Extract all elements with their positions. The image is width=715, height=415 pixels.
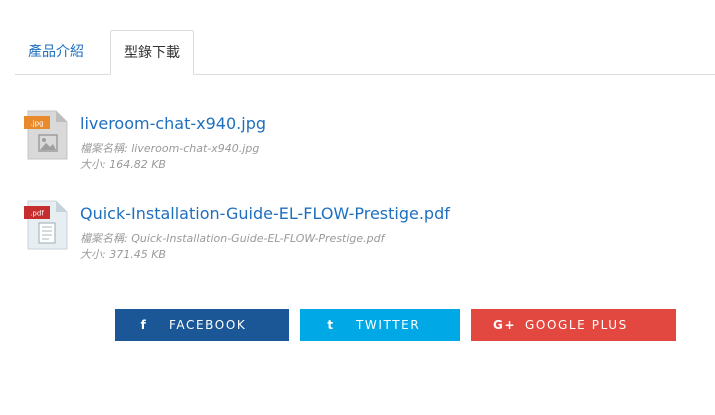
tab-product-intro[interactable]: 產品介紹	[15, 30, 97, 74]
svg-text:.jpg: .jpg	[30, 120, 43, 128]
share-facebook-label: FACEBOOK	[169, 318, 247, 332]
tab-bar: 產品介紹 型錄下載	[15, 30, 715, 75]
share-google-plus-button[interactable]: G+ GOOGLE PLUS	[471, 309, 676, 341]
file-size-meta: 大小: 164.82 KB	[80, 158, 166, 171]
google-plus-icon: G+	[493, 318, 517, 332]
file-name-meta: 檔案名稱: liveroom-chat-x940.jpg	[80, 142, 260, 155]
file-item: .pdf Quick-Installation-Guide-EL-FLOW-Pr…	[24, 200, 684, 261]
facebook-icon: f	[140, 318, 148, 332]
share-twitter-label: TWITTER	[356, 318, 421, 332]
share-twitter-button[interactable]: t TWITTER	[300, 309, 460, 341]
tab-catalog-download[interactable]: 型錄下載	[110, 30, 194, 75]
share-facebook-button[interactable]: f FACEBOOK	[115, 309, 289, 341]
file-item: .jpg liveroom-chat-x940.jpg 檔案名稱: livero…	[24, 110, 684, 171]
file-name-meta: 檔案名稱: Quick-Installation-Guide-EL-FLOW-P…	[80, 232, 385, 245]
image-file-icon: .jpg	[24, 110, 68, 160]
page: 產品介紹 型錄下載 .jpg liveroom-chat-x940.jpg 檔案…	[0, 0, 715, 415]
twitter-icon: t	[327, 318, 335, 332]
svg-text:.pdf: .pdf	[30, 210, 44, 218]
pdf-file-icon: .pdf	[24, 200, 68, 250]
file-size-meta: 大小: 371.45 KB	[80, 248, 166, 261]
file-download-link[interactable]: Quick-Installation-Guide-EL-FLOW-Prestig…	[80, 204, 450, 223]
file-download-link[interactable]: liveroom-chat-x940.jpg	[80, 114, 266, 133]
share-google-plus-label: GOOGLE PLUS	[525, 318, 628, 332]
